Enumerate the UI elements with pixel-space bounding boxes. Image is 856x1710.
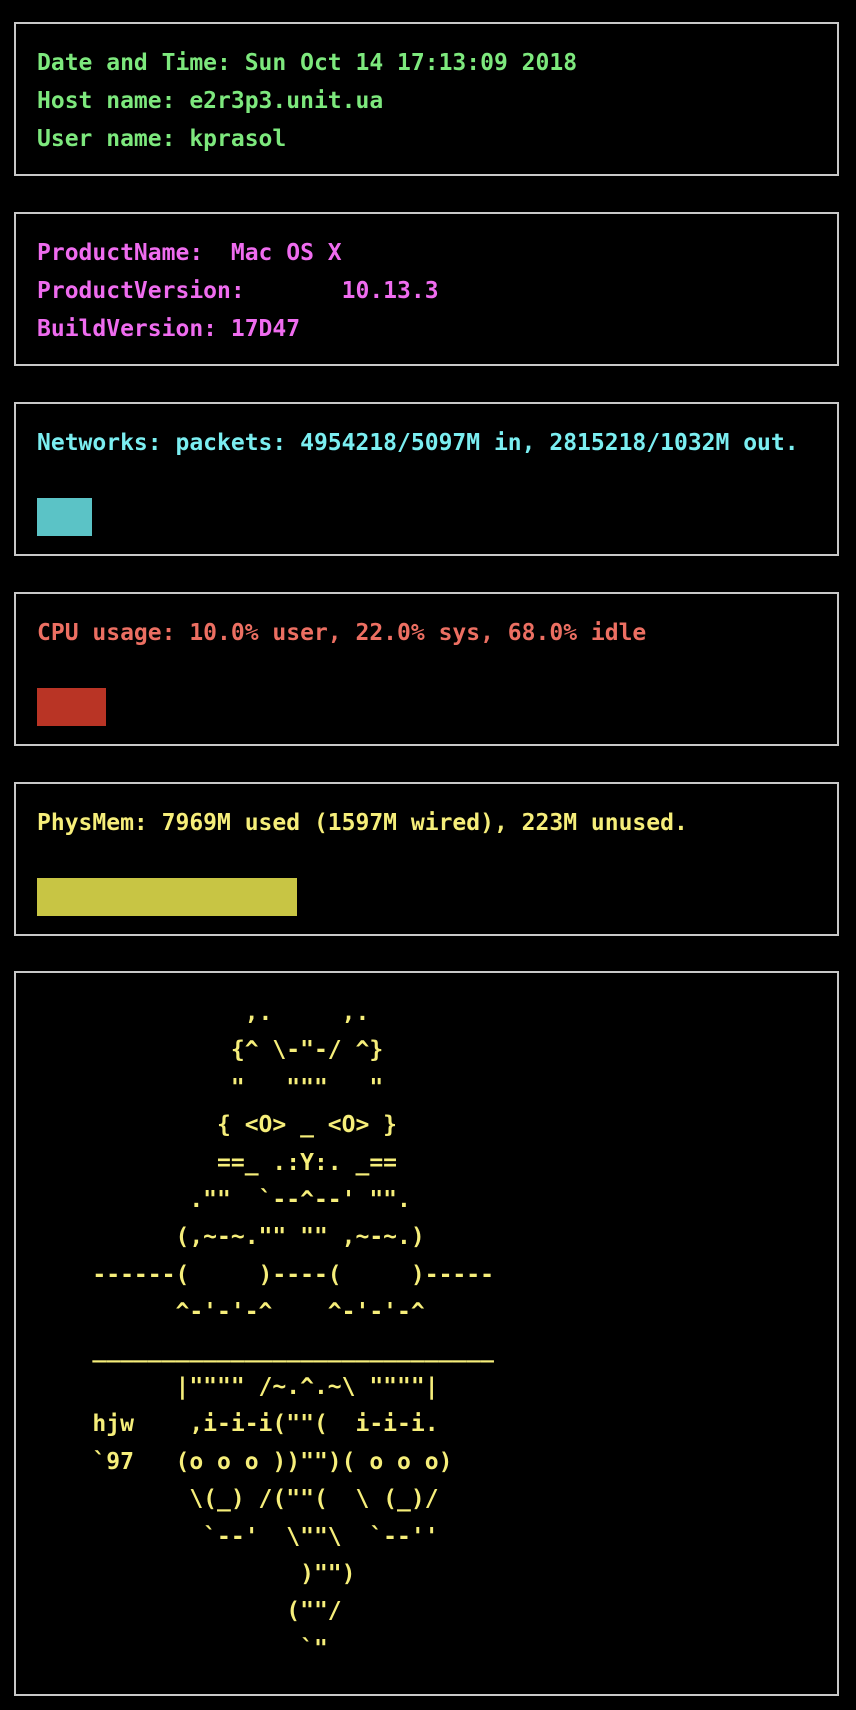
cpu-panel: CPU usage: 10.0% user, 22.0% sys, 68.0% … (14, 592, 839, 746)
product-version-text: ProductVersion: 10.13.3 (37, 278, 439, 304)
ascii-art-line: ,. ,. (37, 1000, 370, 1026)
ascii-art-line: hjw ,i-i-i(""( i-i-i. (37, 1411, 439, 1438)
memory-usage-bar (37, 878, 297, 916)
ascii-art-panel: ,. ,. {^ \-"-/ ^} " """ " { <O> _ <O> } … (14, 971, 839, 1696)
ascii-art-line: ==_ .:Y:. _== (37, 1149, 398, 1176)
cpu-usage-text: CPU usage: 10.0% user, 22.0% sys, 68.0% … (37, 620, 647, 646)
ascii-art-line: )"") (37, 1561, 356, 1587)
product-name-text: ProductName: Mac OS X (37, 240, 342, 266)
system-info-panel: Date and Time: Sun Oct 14 17:13:09 2018 … (14, 22, 839, 176)
ascii-art-line: |"""" /~.^.~\ """"| (37, 1374, 439, 1400)
network-usage-bar (37, 498, 92, 536)
ascii-art-line: _____________________________ (37, 1336, 494, 1363)
ascii-art-line: `--' \""\ `--'' (37, 1523, 439, 1550)
build-version-text: BuildVersion: 17D47 (37, 316, 301, 342)
user-name-text: User name: kprasol (37, 126, 287, 152)
os-info-panel: ProductName: Mac OS X ProductVersion: 10… (14, 212, 839, 366)
network-stats-text: Networks: packets: 4954218/5097M in, 281… (37, 430, 799, 456)
ascii-art-line: ."" `--^--' "". (37, 1187, 411, 1213)
ascii-art-line: ^-'-'-^ ^-'-'-^ (37, 1299, 425, 1326)
ascii-art-line: { <O> _ <O> } (37, 1112, 398, 1139)
ascii-art-line: (,~-~."" "" ,~-~.) (37, 1224, 425, 1251)
date-time-text: Date and Time: Sun Oct 14 17:13:09 2018 (37, 50, 578, 76)
ascii-art-line: ------( )----( )----- (37, 1261, 494, 1288)
memory-usage-text: PhysMem: 7969M used (1597M wired), 223M … (37, 810, 688, 836)
ascii-art-line: {^ \-"-/ ^} (37, 1037, 384, 1064)
memory-panel: PhysMem: 7969M used (1597M wired), 223M … (14, 782, 839, 936)
ascii-art-line: (""/ (37, 1598, 342, 1625)
ascii-art-line: " """ " (37, 1074, 384, 1101)
ascii-art-line: \(_) /(""( \ (_)/ (37, 1486, 439, 1513)
ascii-art-line: `" (37, 1635, 328, 1662)
cpu-usage-bar (37, 688, 106, 726)
host-name-text: Host name: e2r3p3.unit.ua (37, 88, 384, 114)
network-panel: Networks: packets: 4954218/5097M in, 281… (14, 402, 839, 556)
ascii-art-line: `97 (o o o ))"")( o o o) (37, 1448, 453, 1475)
